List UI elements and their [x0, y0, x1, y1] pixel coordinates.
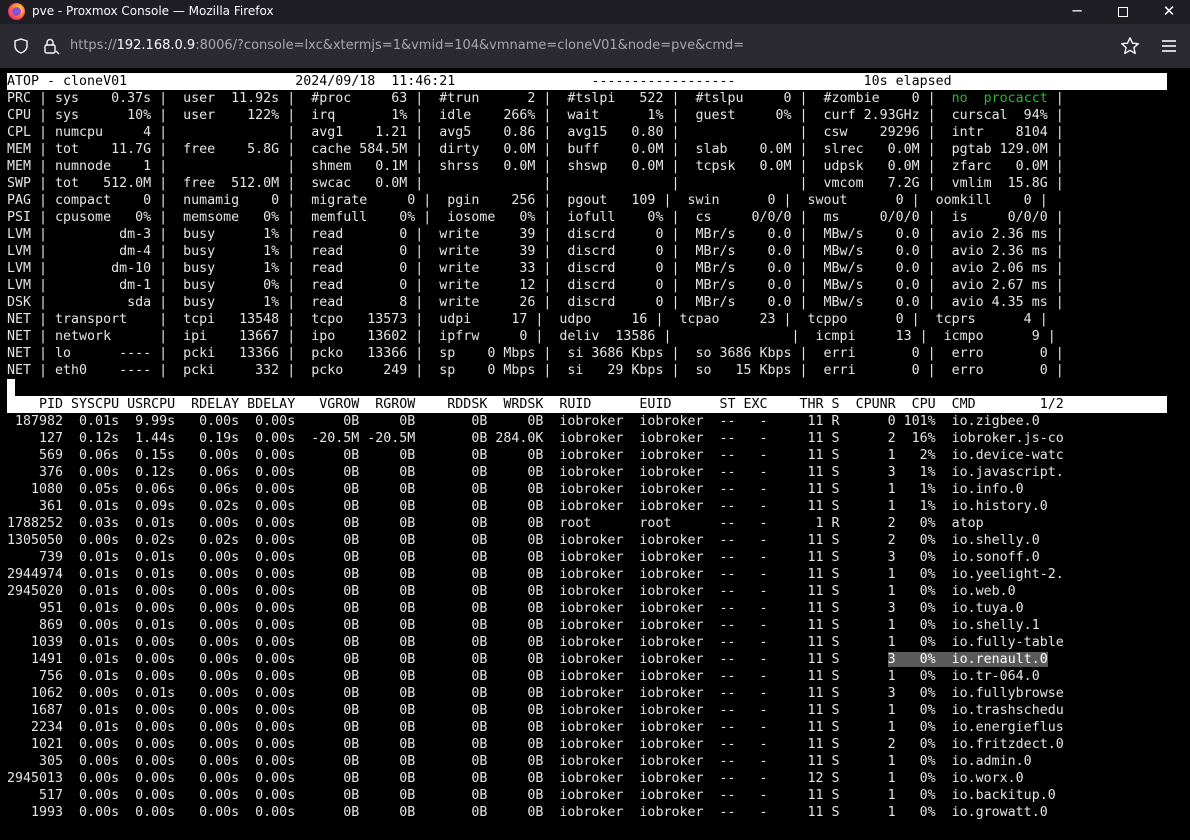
process-row: 2945013 0.00s 0.00s 0.00s 0.00s 0B 0B 0B…	[7, 771, 1024, 786]
tracking-protection-shield-icon[interactable]	[14, 38, 28, 54]
url-path: :8006/?console=lxc&xtermjs=1&vmid=104&vm…	[195, 38, 745, 53]
process-row: 376 0.00s 0.12s 0.06s 0.00s 0B 0B 0B 0B …	[7, 465, 1064, 480]
process-table-header: PID SYSCPU USRCPU RDELAY BDELAY VGROW RG…	[7, 396, 1167, 413]
process-row: 1687 0.01s 0.00s 0.00s 0.00s 0B 0B 0B 0B…	[7, 703, 1064, 718]
process-row: 127 0.12s 1.44s 0.19s 0.00s -20.5M -20.5…	[7, 431, 1064, 446]
minimize-button[interactable]: ─	[1054, 0, 1100, 24]
atop-title-line: ATOP - cloneV01 2024/09/18 11:46:21 ----…	[7, 73, 1167, 90]
process-row-text: 1491 0.01s 0.00s 0.00s 0.00s 0B 0B 0B 0B…	[7, 652, 888, 667]
system-line: SWP | tot 512.0M | free 512.0M | swcac 0…	[7, 176, 1064, 191]
process-row: 1993 0.00s 0.00s 0.00s 0.00s 0B 0B 0B 0B…	[7, 805, 1048, 820]
window-title: pve - Proxmox Console — Mozilla Firefox	[32, 4, 274, 18]
process-row: 951 0.01s 0.00s 0.00s 0.00s 0B 0B 0B 0B …	[7, 601, 1024, 616]
window-titlebar: pve - Proxmox Console — Mozilla Firefox …	[0, 0, 1190, 24]
system-line: NET | lo ---- | pcki 13366 | pcko 13366 …	[7, 346, 1064, 361]
system-line: CPL | numcpu 4 | | avg1 1.21 | avg5 0.86…	[7, 125, 1064, 140]
terminal-cursor	[7, 379, 15, 396]
procacct-warning: no procacct	[951, 91, 1048, 106]
process-row: 305 0.00s 0.00s 0.00s 0.00s 0B 0B 0B 0B …	[7, 754, 1032, 769]
system-line: PSI | cpusome 0% | memsome 0% | memfull …	[7, 210, 1064, 225]
terminal-console[interactable]: ATOP - cloneV01 2024/09/18 11:46:21 ----…	[0, 68, 1190, 840]
process-row: 1039 0.01s 0.00s 0.00s 0.00s 0B 0B 0B 0B…	[7, 635, 1064, 650]
system-line-text: PRC | sys 0.37s | user 11.92s | #proc 63…	[7, 91, 952, 106]
process-row: 756 0.01s 0.00s 0.00s 0.00s 0B 0B 0B 0B …	[7, 669, 1040, 684]
system-line: LVM | dm-1 | busy 0% | read 0 | write 12…	[7, 278, 1064, 293]
process-row: 739 0.01s 0.01s 0.00s 0.00s 0B 0B 0B 0B …	[7, 550, 1040, 565]
process-row: 2234 0.01s 0.00s 0.00s 0.00s 0B 0B 0B 0B…	[7, 720, 1064, 735]
url-host: 192.168.0.9	[116, 38, 196, 53]
process-row: 517 0.00s 0.00s 0.00s 0.00s 0B 0B 0B 0B …	[7, 788, 1056, 803]
process-row: 869 0.00s 0.01s 0.00s 0.00s 0B 0B 0B 0B …	[7, 618, 1040, 633]
system-line: MEM | numnode 1 | | shmem 0.1M | shrss 0…	[7, 159, 1064, 174]
terminal-scrollbar[interactable]	[1168, 68, 1190, 840]
process-row: 1305050 0.00s 0.02s 0.02s 0.00s 0B 0B 0B…	[7, 533, 1040, 548]
maximize-button[interactable]	[1100, 0, 1146, 24]
system-line: MEM | tot 11.7G | free 5.8G | cache 584.…	[7, 142, 1064, 157]
firefox-logo-icon	[8, 3, 25, 20]
system-line: NET | transport | tcpi 13548 | tcpo 1357…	[7, 312, 1048, 327]
close-button[interactable]: ✕	[1146, 0, 1190, 24]
process-row: 361 0.01s 0.09s 0.02s 0.00s 0B 0B 0B 0B …	[7, 499, 1048, 514]
process-row: 2944974 0.01s 0.01s 0.00s 0.00s 0B 0B 0B…	[7, 567, 1064, 582]
system-line: LVM | dm-4 | busy 1% | read 0 | write 39…	[7, 244, 1064, 259]
process-row: 1062 0.00s 0.01s 0.00s 0.00s 0B 0B 0B 0B…	[7, 686, 1064, 701]
process-row: 569 0.06s 0.15s 0.00s 0.00s 0B 0B 0B 0B …	[7, 448, 1064, 463]
process-row-selected[interactable]: 1491 0.01s 0.00s 0.00s 0.00s 0B 0B 0B 0B…	[7, 651, 1167, 668]
system-line: LVM | dm-3 | busy 1% | read 0 | write 39…	[7, 227, 1064, 242]
url-bar-input[interactable]: https://192.168.0.9:8006/?console=lxc&xt…	[70, 38, 744, 53]
process-row: 2945020 0.01s 0.00s 0.00s 0.00s 0B 0B 0B…	[7, 584, 1016, 599]
process-row: 1021 0.00s 0.00s 0.00s 0.00s 0B 0B 0B 0B…	[7, 737, 1064, 752]
system-line: DSK | sda | busy 1% | read 8 | write 26 …	[7, 295, 1064, 310]
system-line: PAG | compact 0 | numamig 0 | migrate 0 …	[7, 193, 1048, 208]
system-line: PRC | sys 0.37s | user 11.92s | #proc 63…	[7, 90, 1167, 107]
navigation-bar: https://192.168.0.9:8006/?console=lxc&xt…	[0, 24, 1190, 68]
site-permissions-lock-icon[interactable]	[42, 37, 60, 55]
maximize-icon	[1118, 6, 1128, 17]
process-row: 1080 0.05s 0.06s 0.06s 0.00s 0B 0B 0B 0B…	[7, 482, 1024, 497]
bookmark-star-icon[interactable]	[1120, 36, 1140, 56]
url-scheme: https://	[70, 38, 117, 53]
system-line: NET | eth0 ---- | pcki 332 | pcko 249 | …	[7, 363, 1064, 378]
system-line: NET | network | ipi 13667 | ipo 13602 | …	[7, 329, 1056, 344]
selection-highlight: 3 0% io.renault.0	[887, 652, 1048, 667]
hamburger-menu-icon[interactable]	[1160, 38, 1178, 54]
process-row: 1788252 0.03s 0.01s 0.00s 0.00s 0B 0B 0B…	[7, 516, 984, 531]
system-line: CPU | sys 10% | user 122% | irq 1% | idl…	[7, 108, 1064, 123]
system-line: LVM | dm-10 | busy 1% | read 0 | write 3…	[7, 261, 1064, 276]
process-row: 187982 0.01s 9.99s 0.00s 0.00s 0B 0B 0B …	[7, 414, 1040, 429]
system-line-tail: |	[1047, 91, 1064, 106]
